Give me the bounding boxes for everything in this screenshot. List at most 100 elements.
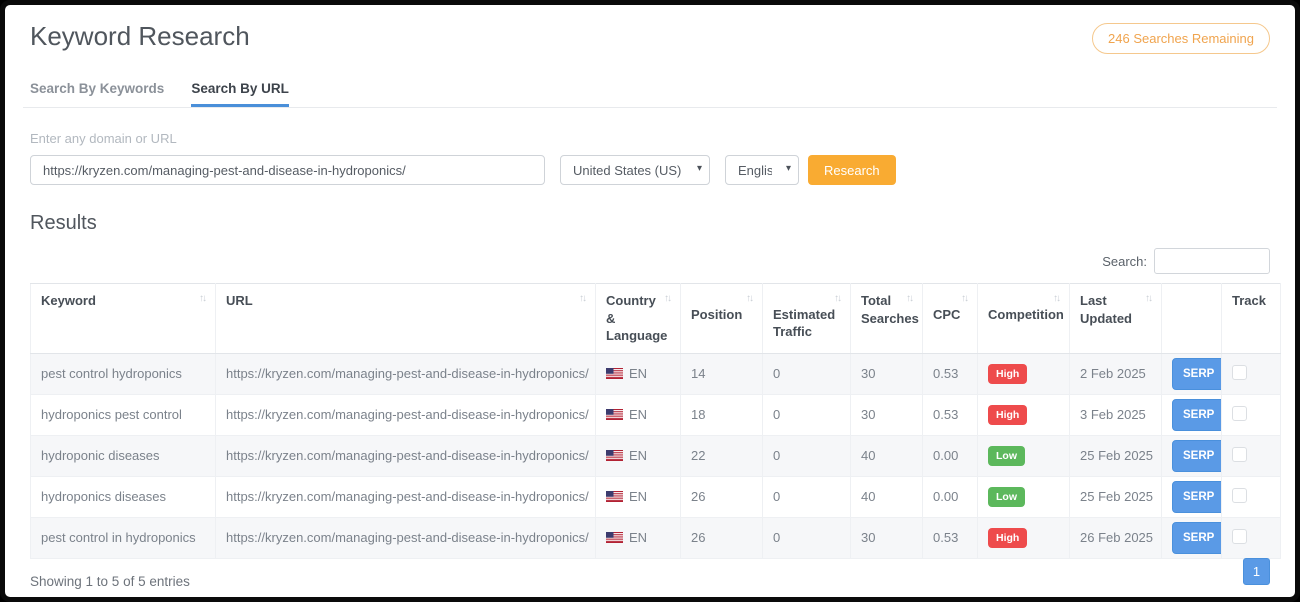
research-button[interactable]: Research <box>808 155 896 185</box>
competition-cell: High <box>978 394 1070 435</box>
col-header-position[interactable]: ↑↓ Position <box>681 284 763 354</box>
sort-icon[interactable]: ↑↓ <box>199 292 205 306</box>
sort-icon[interactable]: ↑↓ <box>906 292 912 306</box>
search-form: United States (US) ▾ English ▾ Research <box>5 155 1295 185</box>
position-cell: 22 <box>681 435 763 476</box>
total-searches-cell: 30 <box>851 517 923 558</box>
us-flag-icon <box>606 409 623 420</box>
sort-icon[interactable]: ↑↓ <box>834 292 840 306</box>
serp-button[interactable]: SERP <box>1172 481 1222 513</box>
language-label: EN <box>629 448 647 463</box>
total-searches-cell: 40 <box>851 476 923 517</box>
country-select[interactable]: United States (US) <box>560 155 710 185</box>
serp-button[interactable]: SERP <box>1172 399 1222 431</box>
sort-icon[interactable]: ↑↓ <box>961 292 967 306</box>
col-header-competition[interactable]: ↑↓Competition <box>978 284 1070 354</box>
track-cell <box>1222 394 1281 435</box>
track-checkbox[interactable] <box>1232 447 1247 462</box>
pagination-page-1[interactable]: 1 <box>1243 558 1270 585</box>
url-cell: https://kryzen.com/managing-pest-and-dis… <box>216 394 596 435</box>
estimated-traffic-cell: 0 <box>763 353 851 394</box>
language-select[interactable]: English <box>725 155 799 185</box>
country-select-wrap: United States (US) ▾ <box>560 155 710 185</box>
sort-icon[interactable]: ↑↓ <box>664 292 670 306</box>
col-label: URL <box>226 293 253 308</box>
last-updated-cell: 25 Feb 2025 <box>1070 476 1162 517</box>
csv-button[interactable]: CSV <box>83 599 132 602</box>
track-checkbox[interactable] <box>1232 406 1247 421</box>
url-input-label: Enter any domain or URL <box>5 131 1295 146</box>
tab-search-by-keywords[interactable]: Search By Keywords <box>30 81 164 107</box>
track-checkbox[interactable] <box>1232 529 1247 544</box>
export-button-group: Copy CSV Excel PDF Print <box>30 599 283 602</box>
col-header-estimated-traffic[interactable]: ↑↓Estimated Traffic <box>763 284 851 354</box>
pdf-button[interactable]: PDF <box>185 599 233 602</box>
url-input[interactable] <box>30 155 545 185</box>
total-searches-cell: 30 <box>851 394 923 435</box>
col-header-keyword[interactable]: ↑↓Keyword <box>31 284 216 354</box>
track-cell <box>1222 353 1281 394</box>
country-language-cell: EN <box>596 435 681 476</box>
us-flag-icon <box>606 532 623 543</box>
table-row: pest control hydroponicshttps://kryzen.c… <box>31 353 1281 394</box>
sort-icon[interactable]: ↑↓ <box>579 292 585 306</box>
keyword-cell: hydroponics pest control <box>31 394 216 435</box>
results-table-wrap: ↑↓Keyword↑↓URL↑↓Country & Language↑↓Posi… <box>30 283 1270 559</box>
position-cell: 14 <box>681 353 763 394</box>
estimated-traffic-cell: 0 <box>763 394 851 435</box>
col-header-country-language[interactable]: ↑↓Country & Language <box>596 284 681 354</box>
col-header-url[interactable]: ↑↓ URL <box>216 284 596 354</box>
tabs-divider <box>23 107 1277 108</box>
serp-button[interactable]: SERP <box>1172 358 1222 390</box>
keyword-cell: hydroponics diseases <box>31 476 216 517</box>
entries-summary: Showing 1 to 5 of 5 entries <box>30 574 1270 589</box>
estimated-traffic-cell: 0 <box>763 517 851 558</box>
sort-icon[interactable]: ↑↓ <box>1145 292 1151 306</box>
last-updated-cell: 3 Feb 2025 <box>1070 394 1162 435</box>
competition-badge: High <box>988 364 1027 384</box>
excel-button[interactable]: Excel <box>131 599 186 602</box>
country-language-cell: EN <box>596 476 681 517</box>
serp-button[interactable]: SERP <box>1172 440 1222 472</box>
sort-icon[interactable]: ↑↓ <box>746 292 752 306</box>
estimated-traffic-cell: 0 <box>763 435 851 476</box>
tab-bar: Search By Keywords Search By URL <box>5 81 1295 107</box>
table-header-row: ↑↓Keyword↑↓URL↑↓Country & Language↑↓Posi… <box>31 284 1281 354</box>
competition-cell: High <box>978 353 1070 394</box>
tab-search-by-url[interactable]: Search By URL <box>191 81 289 107</box>
total-searches-cell: 30 <box>851 353 923 394</box>
competition-badge: High <box>988 528 1027 548</box>
serp-cell: SERP <box>1162 353 1222 394</box>
serp-button[interactable]: SERP <box>1172 522 1222 554</box>
track-checkbox[interactable] <box>1232 365 1247 380</box>
country-language-cell: EN <box>596 353 681 394</box>
keyword-cell: pest control in hydroponics <box>31 517 216 558</box>
table-search-row: Search: <box>5 248 1295 274</box>
table-row: hydroponic diseaseshttps://kryzen.com/ma… <box>31 435 1281 476</box>
language-label: EN <box>629 530 647 545</box>
print-button[interactable]: Print <box>232 599 283 602</box>
cpc-cell: 0.53 <box>923 394 978 435</box>
position-cell: 26 <box>681 517 763 558</box>
language-label: EN <box>629 407 647 422</box>
col-header-cpc[interactable]: ↑↓CPC <box>923 284 978 354</box>
last-updated-cell: 25 Feb 2025 <box>1070 435 1162 476</box>
country-language-cell: EN <box>596 394 681 435</box>
sort-icon[interactable]: ↑↓ <box>1053 292 1059 306</box>
cpc-cell: 0.53 <box>923 353 978 394</box>
col-header-last-updated[interactable]: ↑↓Last Updated <box>1070 284 1162 354</box>
col-label: Position <box>691 307 742 322</box>
table-search-input[interactable] <box>1154 248 1270 274</box>
serp-cell: SERP <box>1162 517 1222 558</box>
cpc-cell: 0.00 <box>923 435 978 476</box>
col-label: Estimated Traffic <box>773 307 835 340</box>
track-cell <box>1222 517 1281 558</box>
track-checkbox[interactable] <box>1232 488 1247 503</box>
country-language-cell: EN <box>596 517 681 558</box>
serp-cell: SERP <box>1162 394 1222 435</box>
last-updated-cell: 26 Feb 2025 <box>1070 517 1162 558</box>
col-header-total-searches[interactable]: ↑↓Total Searches <box>851 284 923 354</box>
keyword-cell: pest control hydroponics <box>31 353 216 394</box>
copy-button[interactable]: Copy <box>30 599 84 602</box>
results-table-body: pest control hydroponicshttps://kryzen.c… <box>31 353 1281 558</box>
